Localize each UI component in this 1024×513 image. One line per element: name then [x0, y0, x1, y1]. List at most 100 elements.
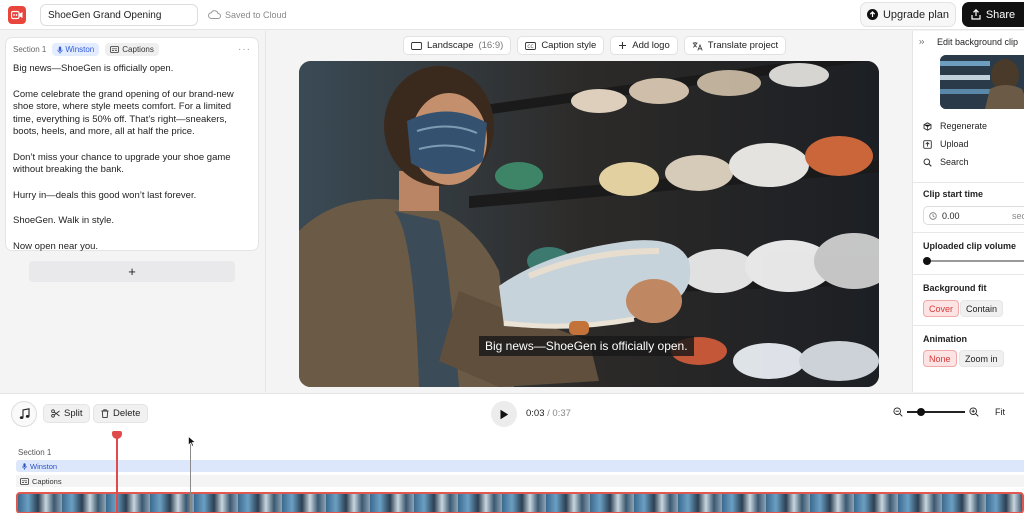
fit-option-cover[interactable]: Cover	[923, 300, 960, 317]
voice-chip[interactable]: Winston	[52, 43, 100, 56]
add-logo-label: Add logo	[632, 40, 670, 51]
aspect-label: Landscape	[427, 40, 474, 51]
timeline-zoom: Fit	[893, 407, 1005, 417]
captions-icon	[20, 477, 29, 485]
svg-text:CC: CC	[528, 44, 534, 50]
regenerate-button[interactable]: Regenerate	[923, 121, 987, 131]
hover-indicator	[190, 444, 191, 513]
inspector-header: Edit background clip	[913, 31, 1024, 53]
music-button[interactable]	[11, 401, 37, 427]
script-paragraph: ShoeGen. Walk in style.	[13, 215, 115, 226]
clip-actions: Regenerate Upload Search	[923, 121, 987, 175]
clip-thumbnail-image	[940, 55, 1024, 109]
microphone-icon	[22, 462, 27, 470]
caption-style-button[interactable]: CC Caption style	[517, 36, 605, 55]
captions-chip[interactable]: Captions	[105, 43, 159, 56]
animation-option-zoom-in[interactable]: Zoom in	[959, 350, 1004, 367]
volume-slider-track[interactable]	[925, 260, 1024, 262]
regenerate-label: Regenerate	[940, 121, 988, 131]
captions-chip-label: Captions	[122, 45, 154, 54]
clip-start-value: 0.00	[942, 210, 960, 221]
preview-area: Landscape (16:9) CC Caption style Add lo…	[267, 31, 911, 392]
voice-track[interactable]: Winston	[16, 460, 1024, 472]
upgrade-plan-label: Upgrade plan	[882, 8, 950, 21]
script-paragraph: Don’t miss your chance to upgrade your s…	[13, 151, 231, 176]
mouse-cursor-icon	[188, 436, 196, 447]
captions-track[interactable]: Captions	[16, 475, 1024, 487]
zoom-out-icon[interactable]	[893, 407, 903, 417]
captions-icon	[110, 46, 120, 53]
search-button[interactable]: Search	[923, 157, 987, 167]
search-icon	[923, 158, 932, 167]
video-preview[interactable]: Big news—ShoeGen is officially open.	[299, 61, 879, 387]
zoom-slider-handle[interactable]	[917, 408, 925, 416]
translate-project-button[interactable]: Translate project	[683, 36, 787, 55]
script-paragraph: Come celebrate the grand opening of our …	[13, 88, 234, 138]
translate-icon	[692, 41, 703, 51]
zoom-in-icon[interactable]	[969, 407, 979, 417]
section-header: Section 1 Winston Captions ···	[6, 38, 258, 61]
background-clip-thumbnail[interactable]	[940, 55, 1024, 109]
inspector-title: Edit background clip	[936, 37, 1018, 47]
more-menu-icon[interactable]: ···	[238, 44, 251, 55]
sparkle-cube-icon	[923, 121, 932, 131]
playhead-line[interactable]	[116, 433, 118, 513]
zoom-slider-track[interactable]	[907, 408, 965, 416]
save-status-label: Saved to Cloud	[225, 9, 287, 20]
clip-start-unit: sec	[1011, 210, 1024, 221]
search-label: Search	[940, 157, 969, 167]
fit-option-contain[interactable]: Contain	[960, 300, 1004, 317]
timeline-tracks: Section 1 Winston Captions	[12, 444, 1024, 487]
background-fit-label: Background fit	[923, 283, 987, 293]
divider	[913, 325, 1024, 326]
animation-option-none[interactable]: None	[923, 350, 957, 367]
preview-toolbar: Landscape (16:9) CC Caption style Add lo…	[403, 36, 787, 55]
share-label: Share	[985, 8, 1016, 21]
top-bar: ShoeGen Grand Opening Saved to Cloud Upg…	[0, 0, 1024, 30]
play-icon	[500, 409, 509, 419]
current-time: 0:03	[526, 408, 545, 419]
video-clip-track[interactable]	[16, 492, 1024, 513]
arrow-up-circle-icon	[866, 9, 878, 20]
landscape-icon	[411, 41, 422, 50]
script-text[interactable]: Big news—ShoeGen is officially open. Com…	[6, 61, 258, 268]
add-section-button[interactable]: +	[29, 261, 235, 282]
split-button[interactable]: Split	[43, 404, 91, 423]
upload-icon	[923, 139, 932, 149]
collapse-panel-icon[interactable]	[919, 38, 925, 46]
volume-slider-handle[interactable]	[923, 257, 931, 265]
music-note-icon	[19, 408, 30, 419]
volume-label: Uploaded clip volume	[923, 241, 1017, 251]
upgrade-plan-button[interactable]: Upgrade plan	[860, 2, 956, 27]
share-icon	[971, 9, 981, 20]
animation-label: Animation	[923, 334, 967, 344]
plus-icon	[619, 42, 627, 49]
voice-chip-label: Winston	[65, 45, 95, 54]
play-button[interactable]	[491, 401, 517, 427]
clip-start-label: Clip start time	[923, 189, 984, 199]
script-paragraph: Now open near you.	[13, 240, 99, 252]
trash-icon	[101, 409, 109, 418]
aspect-ratio-button[interactable]: Landscape (16:9)	[403, 36, 512, 55]
playback-time: 0:03 / 0:37	[526, 408, 571, 419]
upload-button[interactable]: Upload	[923, 139, 987, 149]
app-logo-icon[interactable]	[8, 5, 26, 24]
split-label: Split	[64, 408, 83, 419]
caption-style-label: Caption style	[541, 40, 597, 51]
delete-button[interactable]: Delete	[93, 404, 149, 423]
scissors-icon	[51, 409, 60, 418]
upload-label: Upload	[940, 139, 969, 149]
script-paragraph: Hurry in—deals this good won’t last fore…	[13, 189, 197, 201]
script-panel: Section 1 Winston Captions ··· Big news—…	[0, 31, 266, 392]
share-button[interactable]: Share	[962, 2, 1024, 27]
cloud-icon	[208, 10, 221, 19]
captions-track-label: Captions	[32, 476, 62, 486]
divider	[913, 274, 1024, 275]
script-section-card[interactable]: Section 1 Winston Captions ··· Big news—…	[5, 37, 259, 252]
fit-timeline-button[interactable]: Fit	[995, 407, 1005, 417]
clip-start-input[interactable]: 0.00 sec	[923, 206, 1024, 225]
translate-label: Translate project	[707, 40, 779, 51]
add-logo-button[interactable]: Add logo	[610, 36, 678, 55]
divider	[913, 232, 1024, 233]
project-name-input[interactable]: ShoeGen Grand Opening	[40, 3, 198, 26]
